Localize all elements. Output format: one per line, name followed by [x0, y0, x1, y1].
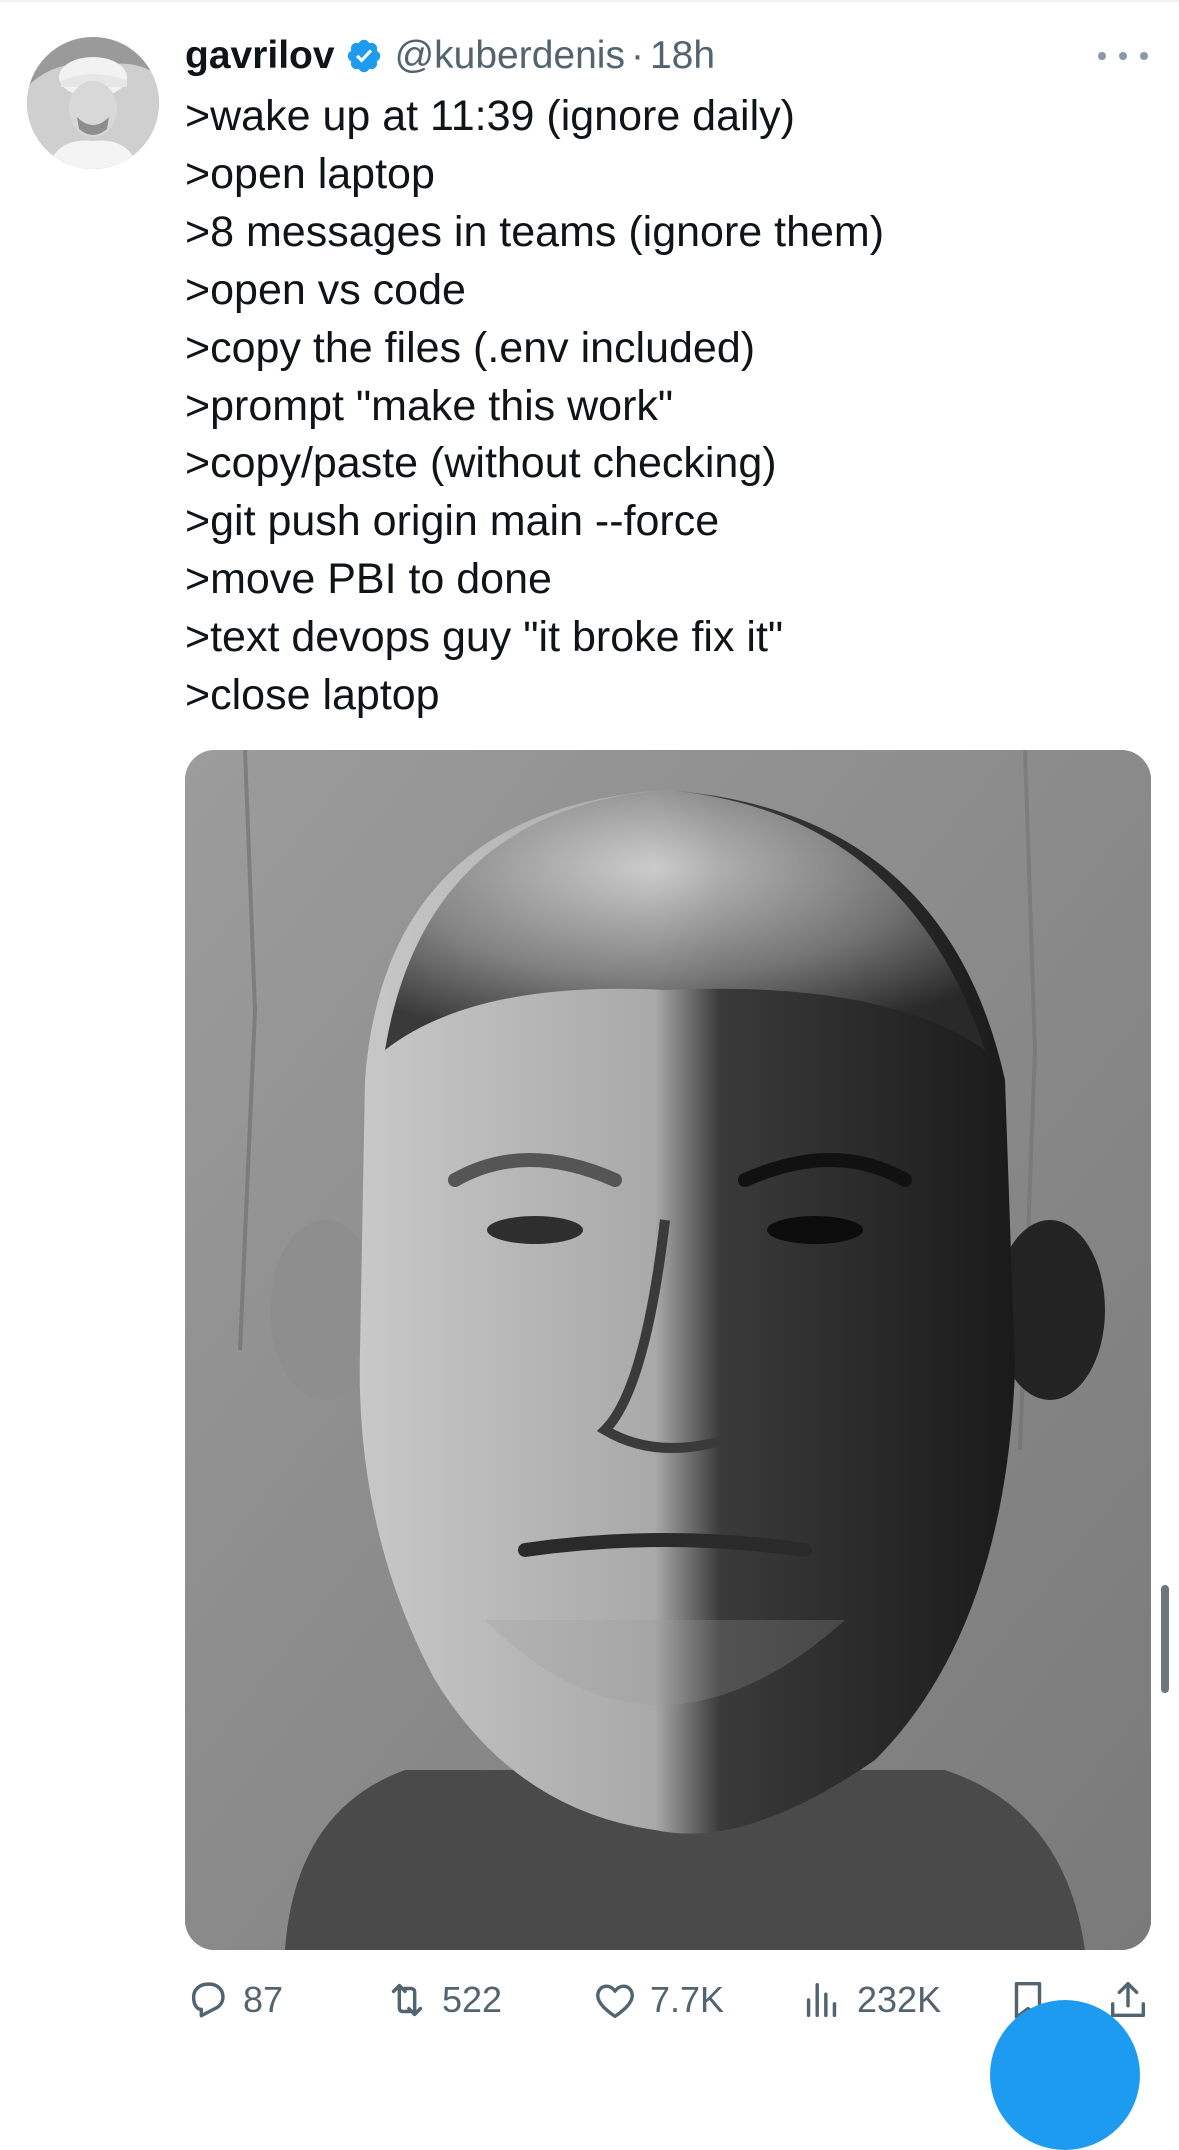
heart-icon — [596, 1984, 634, 2019]
portrait-photo — [185, 750, 1151, 1950]
views-button[interactable]: 232K — [799, 1972, 941, 2028]
avatar-image — [27, 37, 159, 169]
retweet-icon — [391, 1983, 423, 2017]
tweet-line: >text devops guy "it broke fix it" — [185, 613, 784, 662]
reply-icon — [191, 1982, 225, 2018]
compose-button[interactable] — [990, 2000, 1140, 2150]
verified-badge-icon — [345, 37, 383, 75]
tweet-header: gavrilov @kuberdenis · 18h — [185, 30, 715, 82]
scrollbar-thumb[interactable] — [1161, 1585, 1169, 1693]
tweet-line: >open vs code — [185, 265, 466, 314]
tweet-line: >8 messages in teams (ignore them) — [185, 207, 885, 256]
tweet-line: >close laptop — [185, 671, 440, 720]
views-chart-icon — [806, 1982, 837, 2018]
retweet-button[interactable]: 522 — [384, 1972, 502, 2028]
reply-count: 87 — [243, 1979, 284, 2020]
like-count: 7.7K — [650, 1979, 725, 2020]
views-count: 232K — [857, 1979, 942, 2020]
header-separator: · — [630, 34, 644, 77]
avatar[interactable] — [27, 37, 159, 169]
like-button[interactable]: 7.7K — [592, 1972, 724, 2028]
tweet-line: >prompt "make this work" — [185, 381, 674, 430]
tweet-line: >git push origin main --force — [185, 497, 720, 546]
reply-button[interactable]: 87 — [185, 1972, 283, 2028]
tweet-line: >move PBI to done — [185, 555, 552, 604]
more-options-icon[interactable] — [1098, 36, 1148, 76]
tweet-line: >wake up at 11:39 (ignore daily) — [185, 92, 795, 140]
display-name[interactable]: gavrilov — [185, 34, 335, 78]
author-handle[interactable]: @kuberdenis — [395, 34, 625, 78]
tweet-line: >copy/paste (without checking) — [185, 439, 777, 488]
tweet-text: >wake up at 11:39 (ignore daily) >open l… — [185, 88, 1145, 725]
tweet-photo[interactable] — [185, 750, 1151, 1950]
retweet-count: 522 — [442, 1979, 503, 2020]
tweet-line: >open laptop — [185, 149, 435, 198]
top-divider — [0, 0, 1179, 2]
tweet-timestamp[interactable]: 18h — [650, 34, 715, 78]
tweet-line: >copy the files (.env included) — [185, 323, 756, 372]
